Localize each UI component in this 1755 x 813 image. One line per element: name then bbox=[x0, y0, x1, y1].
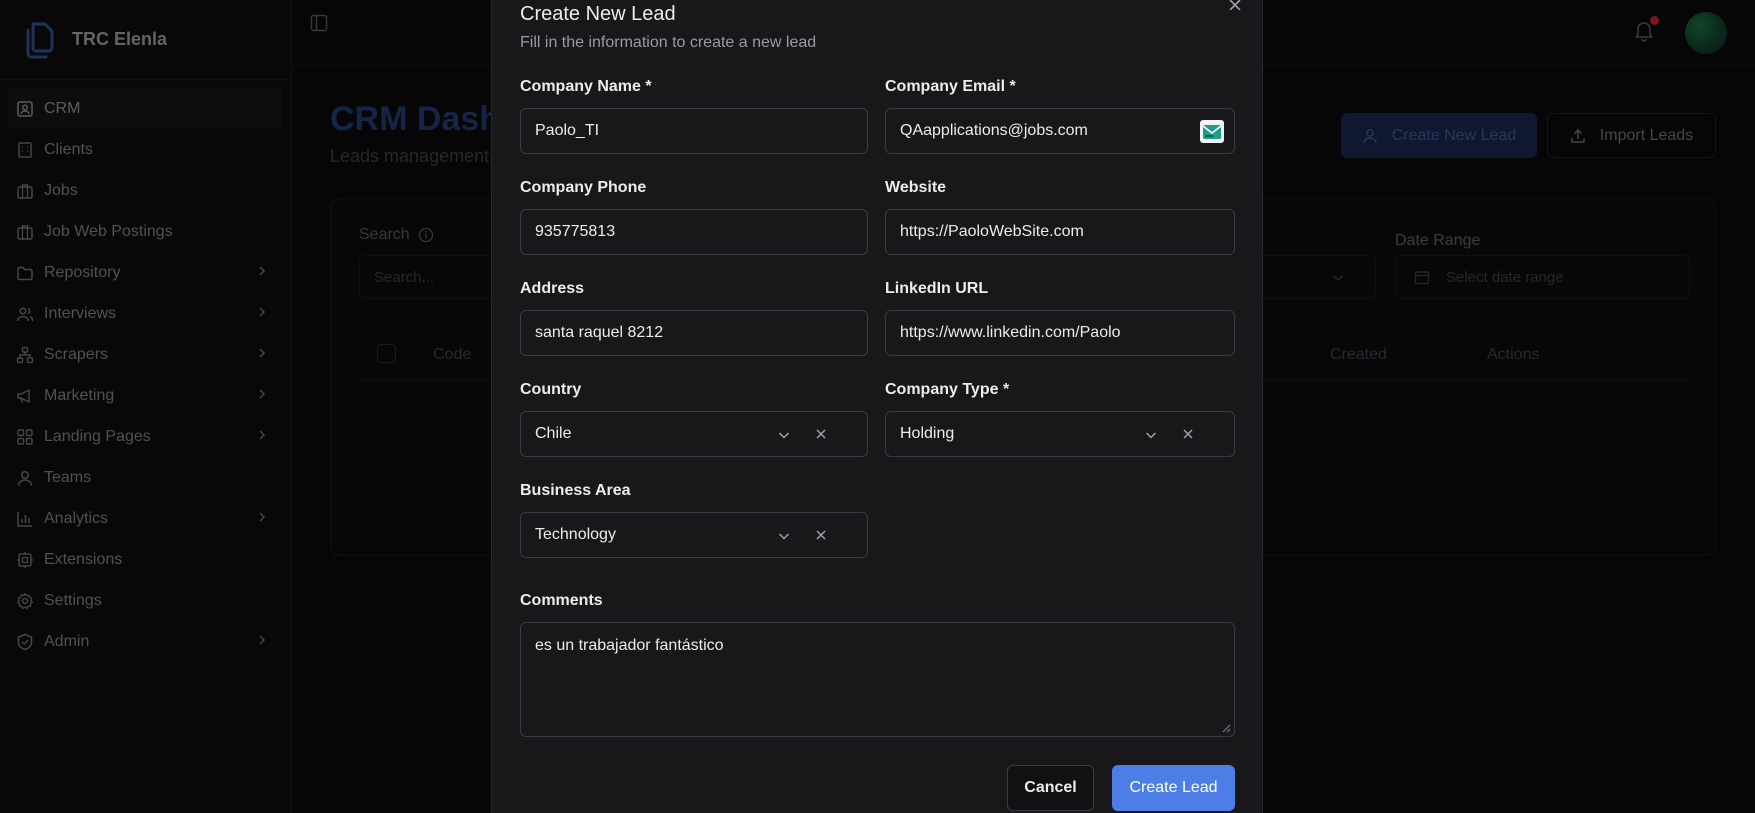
company-type-value: Holding bbox=[900, 425, 955, 442]
linkedin-input[interactable]: https://www.linkedin.com/Paolo bbox=[885, 310, 1235, 356]
resize-handle-icon[interactable] bbox=[1222, 724, 1231, 733]
dialog-subtitle: Fill in the information to create a new … bbox=[520, 34, 817, 51]
website-label: Website bbox=[885, 179, 947, 196]
cancel-button[interactable]: Cancel bbox=[1007, 765, 1094, 811]
clear-icon[interactable] bbox=[1182, 428, 1194, 440]
address-input[interactable]: santa raquel 8212 bbox=[520, 310, 868, 356]
comments-label: Comments bbox=[520, 592, 603, 609]
close-icon[interactable] bbox=[1227, 0, 1243, 10]
company-email-input[interactable]: QAapplications@jobs.com bbox=[885, 108, 1235, 154]
country-select[interactable]: Chile bbox=[520, 411, 868, 457]
dialog-title: Create New Lead bbox=[520, 3, 676, 25]
country-label: Country bbox=[520, 381, 582, 398]
country-value: Chile bbox=[535, 425, 572, 442]
business-area-label: Business Area bbox=[520, 482, 631, 499]
website-input[interactable]: https://PaoloWebSite.com bbox=[885, 209, 1235, 255]
company-phone-input[interactable]: 935775813 bbox=[520, 209, 868, 255]
company-email-label: Company Email * bbox=[885, 78, 1016, 95]
company-name-label: Company Name * bbox=[520, 78, 652, 95]
linkedin-label: LinkedIn URL bbox=[885, 280, 989, 297]
clear-icon[interactable] bbox=[815, 428, 827, 440]
company-email-value: QAapplications@jobs.com bbox=[900, 122, 1088, 139]
business-area-value: Technology bbox=[535, 526, 616, 543]
clear-icon[interactable] bbox=[815, 529, 827, 541]
company-type-label: Company Type * bbox=[885, 381, 1010, 398]
email-autofill-icon[interactable] bbox=[1200, 120, 1224, 143]
chevron-down-icon[interactable] bbox=[777, 428, 791, 442]
chevron-down-icon[interactable] bbox=[1144, 428, 1158, 442]
company-phone-label: Company Phone bbox=[520, 179, 647, 196]
comments-textarea[interactable]: es un trabajador fantástico bbox=[520, 622, 1235, 737]
company-name-input[interactable]: Paolo_TI bbox=[520, 108, 868, 154]
create-lead-button[interactable]: Create Lead bbox=[1112, 765, 1235, 811]
chevron-down-icon[interactable] bbox=[777, 529, 791, 543]
address-label: Address bbox=[520, 280, 585, 297]
company-type-select[interactable]: Holding bbox=[885, 411, 1235, 457]
business-area-select[interactable]: Technology bbox=[520, 512, 868, 558]
comments-value: es un trabajador fantástico bbox=[535, 637, 724, 654]
